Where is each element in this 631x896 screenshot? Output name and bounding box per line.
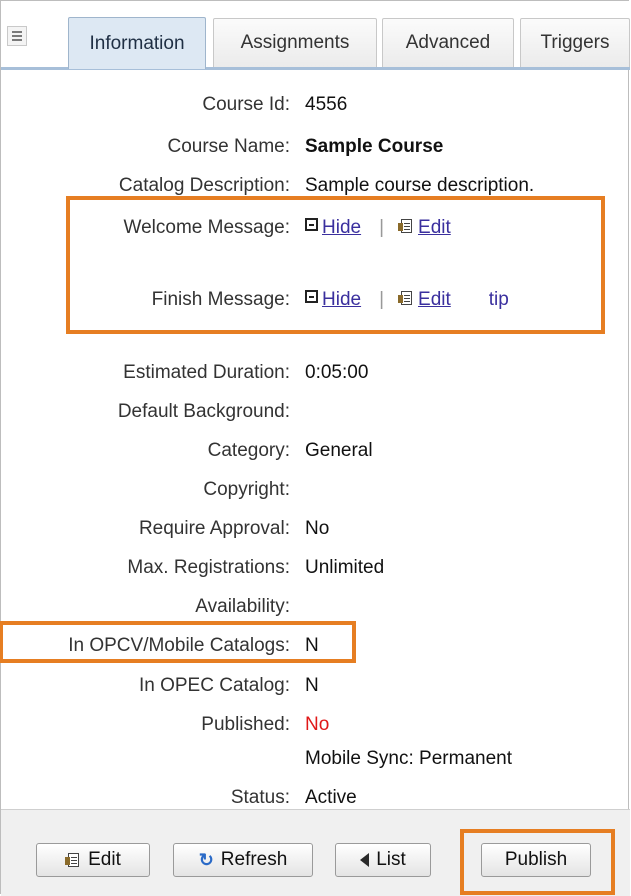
max-registrations-value: Unlimited	[305, 557, 385, 578]
in-opec-value: N	[305, 675, 319, 696]
course-name-label: Course Name:	[167, 136, 291, 157]
list-button-label: List	[376, 849, 406, 870]
field-mobile-sync: Mobile Sync: Permanent	[1, 744, 630, 774]
max-registrations-label: Max. Registrations:	[127, 557, 290, 578]
field-require-approval: Require Approval: No	[1, 514, 630, 544]
highlight-box	[66, 196, 605, 334]
default-background-label: Default Background:	[117, 401, 290, 422]
highlight-box	[460, 829, 615, 895]
tab-label: Advanced	[405, 32, 491, 53]
refresh-icon: ↻	[198, 849, 214, 870]
availability-label: Availability:	[195, 596, 290, 617]
estimated-duration-value: 0:05:00	[305, 362, 369, 383]
field-availability: Availability:	[1, 592, 630, 622]
published-value: No	[305, 714, 330, 735]
field-default-background: Default Background:	[1, 397, 630, 427]
field-copyright: Copyright:	[1, 475, 630, 505]
category-label: Category:	[207, 440, 290, 461]
tab-triggers[interactable]: Triggers	[520, 18, 630, 67]
in-opec-label: In OPEC Catalog:	[138, 675, 290, 696]
course-panel: Information Assignments Advanced Trigger…	[0, 0, 630, 896]
field-max-registrations: Max. Registrations: Unlimited	[1, 553, 630, 583]
tab-advanced[interactable]: Advanced	[382, 18, 514, 67]
tab-strip: Information Assignments Advanced Trigger…	[1, 1, 630, 70]
field-course-id: Course Id: 4556	[1, 90, 630, 120]
highlight-box	[0, 621, 356, 663]
copyright-label: Copyright:	[203, 479, 290, 500]
course-id-value: 4556	[305, 94, 348, 115]
course-id-label: Course Id:	[202, 94, 290, 115]
tab-assignments[interactable]: Assignments	[213, 18, 377, 67]
published-label: Published:	[201, 714, 290, 735]
require-approval-label: Require Approval:	[138, 518, 290, 539]
course-name-value: Sample Course	[305, 136, 444, 157]
menu-icon[interactable]	[7, 26, 27, 46]
tab-label: Information	[89, 32, 185, 54]
edit-icon	[65, 852, 81, 868]
category-value: General	[305, 440, 373, 461]
tab-information[interactable]: Information	[68, 17, 206, 69]
field-course-name: Course Name: Sample Course	[1, 132, 630, 162]
tab-label: Assignments	[240, 32, 350, 53]
mobile-sync-value: Mobile Sync: Permanent	[305, 748, 512, 769]
field-in-opec: In OPEC Catalog: N	[1, 671, 630, 701]
list-button[interactable]: List	[335, 843, 431, 877]
require-approval-value: No	[305, 518, 330, 539]
field-category: Category: General	[1, 436, 630, 466]
edit-button[interactable]: Edit	[36, 843, 150, 877]
field-estimated-duration: Estimated Duration: 0:05:00	[1, 358, 630, 388]
field-published: Published: No	[1, 710, 630, 740]
edit-button-label: Edit	[88, 849, 121, 870]
back-arrow-icon	[360, 853, 370, 867]
tab-label: Triggers	[540, 32, 610, 53]
refresh-button[interactable]: ↻ Refresh	[173, 843, 313, 877]
refresh-button-label: Refresh	[220, 849, 288, 870]
estimated-duration-label: Estimated Duration:	[123, 362, 290, 383]
